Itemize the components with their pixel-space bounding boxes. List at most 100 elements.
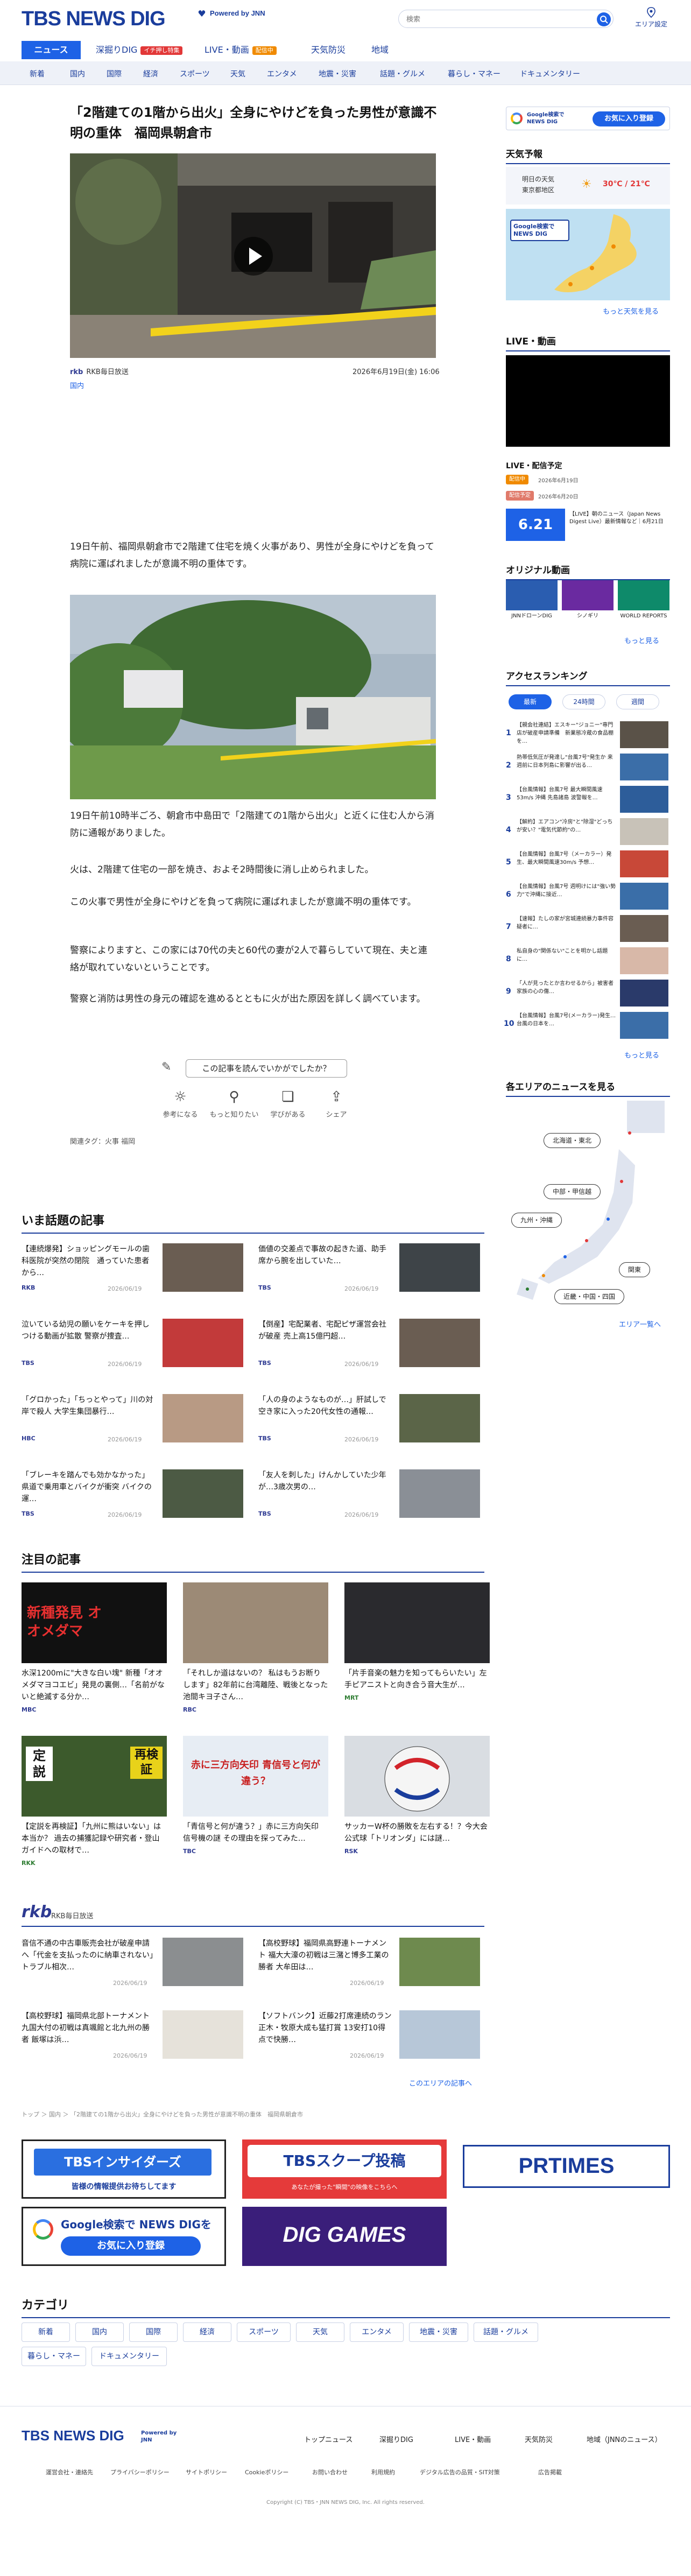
footer-link[interactable]: 地域（JNNのニュース）	[587, 2434, 662, 2444]
category-nav-domestic[interactable]: 国内	[70, 68, 85, 79]
topic-item[interactable]: 泣いている幼児の願いをケーキを押しつける動画が拡散 警察が捜査… TBS 2026/…	[22, 1319, 253, 1373]
footer-link[interactable]: 深掘りDIG	[379, 2434, 413, 2444]
featured-card[interactable]: 新種発見 オオメダマ 水深1200mに"大きな白い塊" 新種「オオメダマヨコエビ…	[22, 1582, 167, 1713]
feedback-helpful-button[interactable]: ☼ 参考になる	[151, 1088, 210, 1119]
search-button[interactable]	[597, 12, 611, 26]
area-button-hokkaido-tohoku[interactable]: 北海道・東北	[544, 1133, 601, 1148]
feedback-more-button[interactable]: ⚲ もっと知りたい	[205, 1088, 264, 1119]
category-nav-weather[interactable]: 天気	[230, 68, 245, 79]
rkb-more-link[interactable]: このエリアの記事へ	[409, 2078, 472, 2088]
nav-news-tab[interactable]: ニュース	[22, 41, 81, 59]
ranking-item[interactable]: 6 【台風情報】台風7号 週明けには"強い勢力"で沖縄に接近…	[506, 883, 670, 912]
breadcrumb[interactable]: トップ ＞ 国内 ＞ 「2階建ての1階から出火」全身にやけどを負った男性が意識不…	[22, 2110, 484, 2118]
topic-item[interactable]: 「人の身のようなものが…」肝試しで空き家に入った20代女性の通報… TBS 2026…	[258, 1394, 490, 1448]
prtimes-banner[interactable]: PRTIMES	[463, 2145, 670, 2188]
ranking-item[interactable]: 3 【台風情報】台風7号 最大瞬間風速53m/s 沖縄 先島諸島 波警報を…	[506, 786, 670, 815]
footer-sub-link[interactable]: プライバシーポリシー	[110, 2468, 170, 2476]
category-nav-documentary[interactable]: ドキュメンタリー	[520, 68, 580, 79]
search-box[interactable]	[398, 10, 614, 28]
category-nav-international[interactable]: 国際	[107, 68, 122, 79]
original-thumb-1[interactable]	[506, 580, 558, 610]
area-button-chubu[interactable]: 中部・甲信越	[544, 1184, 601, 1199]
footer-sub-link[interactable]: Cookieポリシー	[245, 2468, 288, 2476]
footer-link[interactable]: LIVE・動画	[455, 2434, 491, 2444]
topic-item[interactable]: 【連続爆発】ショッピングモールの歯科医院が突然の閉院 通っていた患者から… RKB…	[22, 1243, 253, 1297]
featured-card[interactable]: サッカーW杯の勝敗を左右する！？今大会公式球「トリオンダ」には謎… RSK	[344, 1736, 490, 1855]
article-category-link[interactable]: 国内	[70, 380, 84, 390]
category-nav-money[interactable]: 暮らし・マネー	[448, 68, 500, 79]
category-button[interactable]: ドキュメンタリー	[91, 2347, 167, 2366]
dig-games-banner[interactable]: DIG GAMES	[242, 2207, 447, 2266]
weather-google-badge[interactable]: Google検索で NEWS DIG	[510, 220, 569, 241]
category-button[interactable]: 地震・災害	[409, 2322, 468, 2342]
weather-map[interactable]: Google検索で NEWS DIG	[506, 209, 670, 300]
article-video-player[interactable]	[70, 153, 436, 358]
featured-card[interactable]: 「片手音楽の魅力を知ってもらいたい」左手ピアニストと向き合う音大生が… MRT	[344, 1582, 490, 1701]
topic-item[interactable]: 「友人を刺した」けんかしていた少年が…3歳次男の… TBS 2026/06/19	[258, 1469, 490, 1523]
live-feature-item[interactable]: 6.21 【LIVE】朝のニュース（Japan News Digest Live…	[506, 509, 670, 541]
article-source[interactable]: rkb RKB毎日放送	[70, 366, 129, 376]
search-input[interactable]	[406, 14, 584, 25]
category-nav-new[interactable]: 新着	[30, 68, 45, 79]
topic-item[interactable]: 【倒産】宅配業者、宅配ピザ運営会社が破産 売上高15億円超… TBS 2026/06…	[258, 1319, 490, 1373]
nav-weather-tab[interactable]: 天気防災	[311, 41, 346, 59]
category-button[interactable]: エンタメ	[350, 2322, 404, 2342]
rkb-item[interactable]: 【高校野球】福岡県北部トーナメント 九国大付の初戦は真颯館と北九州の勝者 飯塚は…	[22, 2010, 253, 2064]
topic-item[interactable]: 価値の交差点で事故の起きた道、助手席から腕を出していた… TBS 2026/06/1…	[258, 1243, 490, 1297]
footer-sub-link[interactable]: サイトポリシー	[186, 2468, 227, 2476]
footer-link[interactable]: 天気防災	[525, 2434, 553, 2444]
nav-live-tab[interactable]: LIVE・動画 配信中	[205, 41, 277, 59]
live-player[interactable]	[506, 355, 670, 447]
footer-sub-link[interactable]: 運営会社・連絡先	[46, 2468, 93, 2476]
ranking-item[interactable]: 10 【台風情報】台風7号(メーカラー)発生…台風の日本を…	[504, 1012, 670, 1041]
nav-area-tab[interactable]: 地域	[371, 41, 389, 59]
area-more-link[interactable]: エリア一覧へ	[619, 1319, 661, 1329]
share-button[interactable]: ⇪ シェア	[307, 1088, 366, 1119]
ranking-item[interactable]: 9 「人が見ったとか言わせるから」被害者家族の心の傷…	[506, 980, 670, 1009]
footer-sub-link[interactable]: デジタル広告の品質・SIT対策	[420, 2468, 500, 2476]
rkb-item[interactable]: 【ソフトバンク】近藤2打席連続のラン 正木・牧原大成も猛打賞 13安打10得点で…	[258, 2010, 490, 2064]
category-nav-economy[interactable]: 経済	[143, 68, 158, 79]
ranking-item[interactable]: 4 【解約】エアコン"冷房"と"除湿"どっちが安い？"電気代節約"の…	[506, 818, 670, 847]
related-tags[interactable]: 関連タグ：火事 福岡	[70, 1136, 135, 1146]
area-setting-button[interactable]: エリア設定	[632, 6, 670, 29]
site-logo[interactable]: TBS NEWS DIG	[22, 8, 166, 31]
category-button[interactable]: 天気	[296, 2322, 344, 2342]
category-button[interactable]: スポーツ	[237, 2322, 291, 2342]
featured-card[interactable]: 「それしか道はないの？ 私はもうお断りします」82年前に台湾離陸、戦後となった池…	[183, 1582, 328, 1713]
nav-fukabori-tab[interactable]: 深掘りDIG イチ押し特集	[96, 41, 183, 59]
featured-card[interactable]: 定説 再検証 【定説を再検証】「九州に熊はいない」は本当か？ 過去の捕獲記録や研…	[22, 1736, 167, 1867]
category-button[interactable]: 国際	[129, 2322, 178, 2342]
ranking-item[interactable]: 1 【親会社連結】エスキー"ジョニー"専門店が破産申請準備 新業態冷蔵の食品棚を…	[506, 721, 670, 750]
category-button[interactable]: 国内	[75, 2322, 124, 2342]
category-button[interactable]: 経済	[183, 2322, 231, 2342]
category-nav-sports[interactable]: スポーツ	[180, 68, 210, 79]
category-nav-disaster[interactable]: 地震・災害	[319, 68, 356, 79]
play-icon[interactable]	[234, 237, 273, 276]
ranking-item[interactable]: 2 熱帯低気圧が発達し"台風7号"発生か 来週前に日本列島に影響が出る…	[506, 754, 670, 783]
footer-sub-link[interactable]: お問い合わせ	[312, 2468, 348, 2476]
featured-card[interactable]: 赤に三方向矢印 青信号と何が違う？ 「青信号と何が違う？」赤に三方向矢印 信号機…	[183, 1736, 328, 1855]
rkb-item[interactable]: 【高校野球】福岡県高野連トーナメント 福大大濠の初戦は三潴と博多工業の勝者 大牟…	[258, 1938, 490, 1991]
ranking-item[interactable]: 8 私自身の"関係ない"ことを明かし話題に…	[506, 947, 670, 976]
category-button[interactable]: 新着	[22, 2322, 70, 2342]
topic-item[interactable]: 「ブレーキを踏んでも効かなかった」県道で乗用車とバイクが衝突 バイクの運… TBS…	[22, 1469, 253, 1523]
rkb-item[interactable]: 音信不通の中古車販売会社が破産申請へ「代金を支払ったのに納車されない」トラブル相…	[22, 1938, 253, 1991]
ranking-tab-week[interactable]: 週間	[616, 694, 659, 709]
google-pref-sidebar[interactable]: Google検索で NEWS DIG お気に入り登録	[506, 107, 670, 130]
footer-sub-link[interactable]: 利用規約	[371, 2468, 395, 2476]
original-thumb-2[interactable]	[562, 580, 614, 610]
original-thumb-3[interactable]	[618, 580, 669, 610]
ranking-item[interactable]: 5 【台風情報】台風7号（メーカラー）発生、最大瞬間風速30m/s 予想…	[506, 850, 670, 879]
insider-banner[interactable]: TBSインサイダーズ 皆様の情報提供お待ちしてます	[22, 2139, 226, 2199]
category-button[interactable]: 話題・グルメ	[474, 2322, 538, 2342]
weather-more-link[interactable]: もっと天気を見る	[603, 306, 659, 316]
category-nav-entertainment[interactable]: エンタメ	[267, 68, 297, 79]
google-pref-banner[interactable]: Google検索で NEWS DIGを お気に入り登録	[22, 2207, 226, 2266]
area-button-kinki[interactable]: 近畿・中国・四国	[554, 1289, 625, 1304]
scoop-banner[interactable]: TBSスクープ投稿 あなたが撮った"瞬間"の映像をこちらへ	[242, 2139, 447, 2199]
ranking-more-link[interactable]: もっと見る	[624, 1050, 659, 1060]
ranking-item[interactable]: 7 【速報】たしの家が宮城連続暴力事件容疑者に…	[506, 915, 670, 944]
area-button-kanto[interactable]: 関東	[619, 1262, 651, 1277]
topic-item[interactable]: 「グロかった」「ちっとやって」川の対岸で殺人 大学生集団暴行… HBC 2026/0…	[22, 1394, 253, 1448]
